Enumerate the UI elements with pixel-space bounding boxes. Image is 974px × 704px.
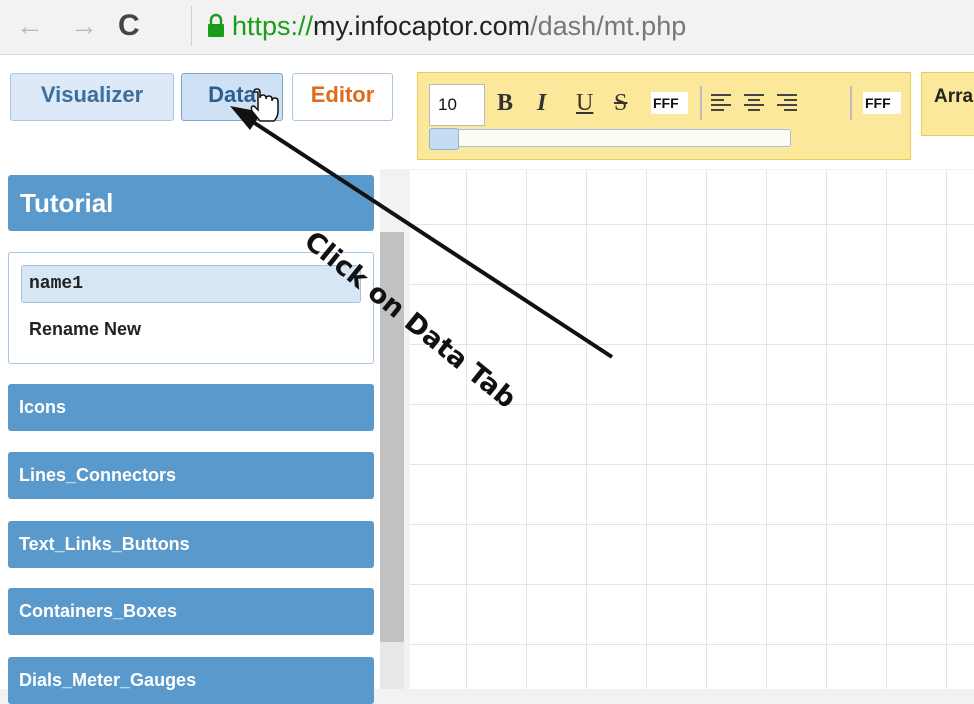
underline-button[interactable]: U bbox=[576, 88, 593, 118]
arrange-label[interactable]: Arra bbox=[934, 86, 973, 108]
strikethrough-button[interactable]: S bbox=[614, 88, 627, 118]
bold-button[interactable]: B bbox=[497, 88, 513, 118]
url-field[interactable]: https://my.infocaptor.com/dash/mt.php bbox=[232, 8, 686, 44]
toolbar-divider bbox=[700, 86, 702, 120]
opacity-slider[interactable] bbox=[429, 129, 791, 147]
tab-editor[interactable]: Editor bbox=[292, 73, 393, 121]
reload-icon[interactable]: C bbox=[118, 6, 140, 46]
browser-address-bar: ← → C https://my.infocaptor.com/dash/mt.… bbox=[0, 0, 974, 55]
category-dials-meter-gauges[interactable]: Dials_Meter_Gauges bbox=[8, 657, 374, 704]
lock-icon bbox=[208, 13, 224, 37]
url-host: my.infocaptor.com bbox=[313, 11, 531, 41]
toolbar-divider bbox=[850, 86, 852, 120]
url-scheme: https:// bbox=[232, 11, 314, 41]
background-color-input[interactable]: FFF bbox=[863, 92, 901, 114]
url-path: /dash/mt.php bbox=[530, 11, 687, 41]
italic-button[interactable]: I bbox=[537, 88, 546, 118]
tab-data[interactable]: Data bbox=[181, 73, 283, 121]
category-icons[interactable]: Icons bbox=[8, 384, 374, 431]
rename-new-link[interactable]: Rename New bbox=[29, 316, 141, 342]
tab-visualizer[interactable]: Visualizer bbox=[10, 73, 174, 121]
font-size-input[interactable]: 10 bbox=[429, 84, 485, 126]
align-left-icon[interactable] bbox=[711, 94, 731, 112]
dashboard-name-input[interactable]: name1 bbox=[21, 265, 361, 303]
category-containers-boxes[interactable]: Containers_Boxes bbox=[8, 588, 374, 635]
align-center-icon[interactable] bbox=[744, 94, 764, 112]
forward-arrow-icon[interactable]: → bbox=[70, 6, 98, 46]
sidebar-title[interactable]: Tutorial bbox=[8, 175, 374, 231]
category-lines-connectors[interactable]: Lines_Connectors bbox=[8, 452, 374, 499]
address-separator bbox=[191, 6, 192, 46]
align-right-icon[interactable] bbox=[777, 94, 797, 112]
design-canvas[interactable] bbox=[410, 170, 974, 689]
back-arrow-icon[interactable]: ← bbox=[16, 6, 44, 46]
category-text-links-buttons[interactable]: Text_Links_Buttons bbox=[8, 521, 374, 568]
slider-handle[interactable] bbox=[429, 128, 459, 150]
font-color-input[interactable]: FFF bbox=[651, 92, 688, 114]
